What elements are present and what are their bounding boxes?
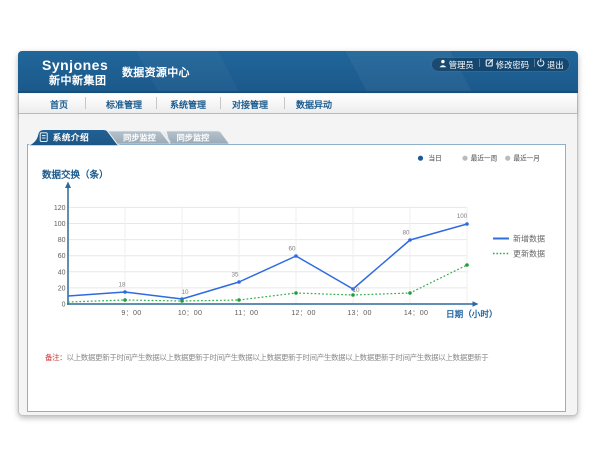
svg-text:10：00: 10：00 — [178, 309, 202, 317]
svg-text:系统介绍: 系统介绍 — [53, 131, 89, 142]
svg-text:更新数据: 更新数据 — [513, 249, 545, 259]
svg-text:100: 100 — [457, 213, 468, 220]
svg-text:35: 35 — [231, 272, 239, 279]
svg-text:60: 60 — [288, 246, 296, 253]
svg-text:0: 0 — [62, 302, 66, 309]
svg-text:12：00: 12：00 — [291, 309, 315, 317]
svg-text:10: 10 — [352, 287, 360, 294]
svg-text:当日: 当日 — [429, 154, 442, 163]
svg-text:80: 80 — [58, 237, 66, 244]
svg-text:数据交换（条）: 数据交换（条） — [41, 169, 109, 181]
svg-text:11：00: 11：00 — [235, 309, 259, 317]
svg-text:100: 100 — [54, 221, 66, 228]
svg-text:最近一周: 最近一周 — [471, 154, 497, 163]
svg-text:80: 80 — [402, 230, 410, 237]
svg-text:14：00: 14：00 — [404, 309, 428, 317]
svg-text:日期（小时）: 日期（小时） — [446, 308, 498, 319]
svg-text:同步监控: 同步监控 — [177, 132, 211, 142]
svg-text:13：00: 13：00 — [347, 309, 371, 317]
svg-text:18: 18 — [118, 282, 126, 289]
svg-text:120: 120 — [54, 205, 66, 212]
svg-text:新增数据: 新增数据 — [513, 234, 545, 244]
svg-text:40: 40 — [58, 269, 66, 276]
svg-text:9：00: 9：00 — [121, 309, 141, 317]
svg-text:同步监控: 同步监控 — [123, 132, 157, 142]
svg-text:10: 10 — [181, 289, 189, 296]
svg-text:最近一月: 最近一月 — [514, 154, 540, 163]
svg-text:60: 60 — [58, 253, 66, 260]
svg-text:20: 20 — [58, 285, 66, 292]
